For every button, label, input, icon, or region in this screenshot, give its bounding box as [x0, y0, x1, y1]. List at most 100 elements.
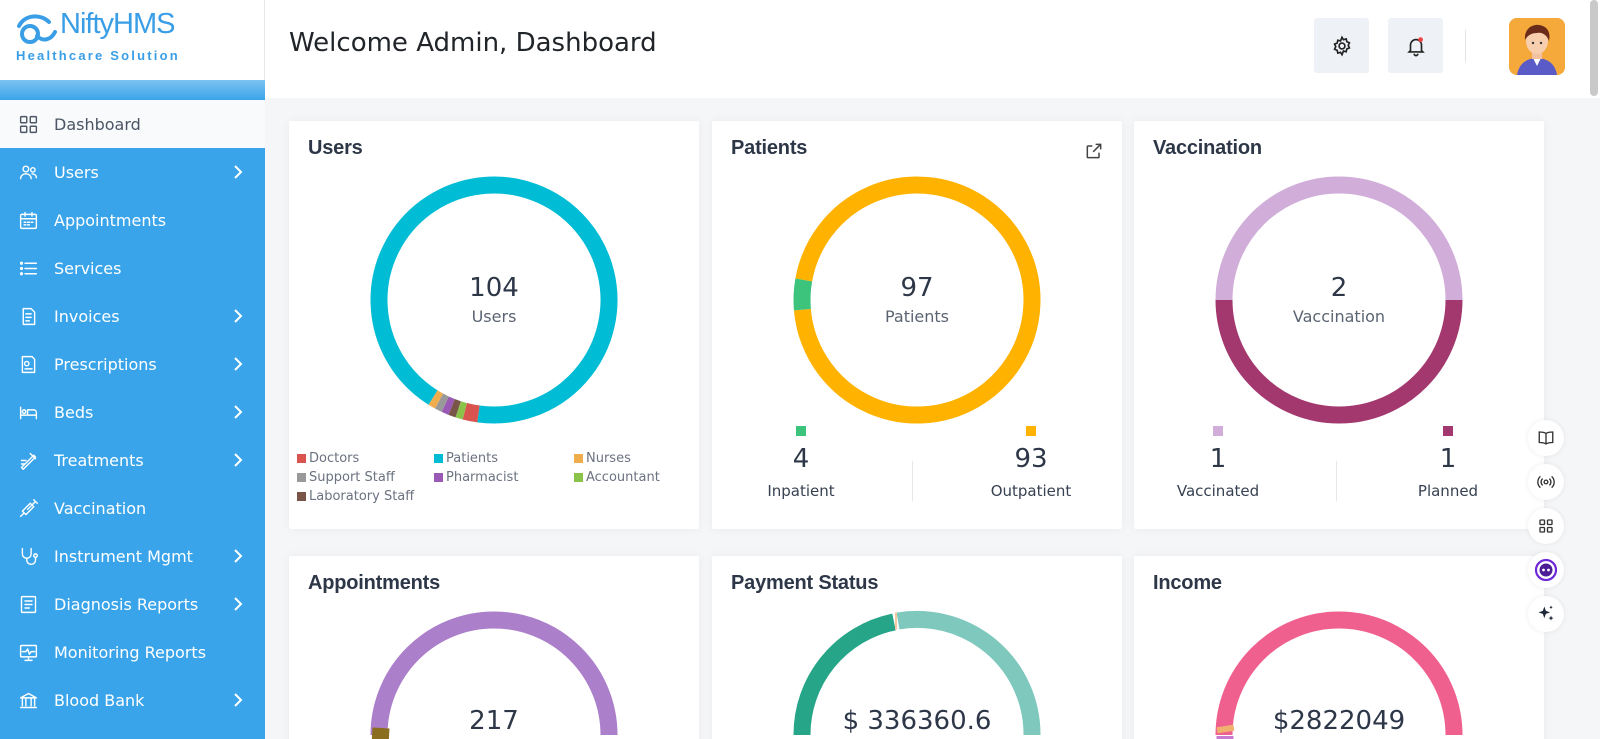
- scrollbar-thumb[interactable]: [1590, 0, 1598, 96]
- ai-assist-button[interactable]: [1528, 596, 1564, 632]
- planned-swatch: [1443, 426, 1453, 436]
- sidebar-item-appointments[interactable]: Appointments: [0, 196, 265, 244]
- sidebar-item-users[interactable]: Users: [0, 148, 265, 196]
- users-slice[interactable]: [448, 398, 461, 418]
- card-title: Users: [308, 137, 363, 159]
- chevron-right-icon: [234, 357, 243, 371]
- stethoscope-icon: [17, 545, 39, 567]
- toolbar-divider: [1465, 30, 1466, 62]
- users-slice[interactable]: [462, 402, 480, 423]
- outpatient-swatch: [1026, 426, 1036, 436]
- sidebar-item-dashboard[interactable]: Dashboard: [0, 100, 265, 148]
- patients-total-label: Patients: [884, 307, 950, 326]
- planned-stat: 1 Planned: [1388, 426, 1508, 500]
- sidebar-item-label: Diagnosis Reports: [54, 594, 199, 614]
- bank-icon: [17, 689, 39, 711]
- sidebar-item-beds[interactable]: Beds: [0, 388, 265, 436]
- sidebar-item-instrument-mgmt[interactable]: Instrument Mgmt: [0, 532, 265, 580]
- users-slice[interactable]: [441, 396, 455, 415]
- patients-total: 97: [900, 273, 934, 303]
- syringe-icon: [17, 497, 39, 519]
- invoice-icon: [17, 305, 39, 327]
- settings-button[interactable]: [1314, 18, 1369, 73]
- sidebar-item-invoices[interactable]: Invoices: [0, 292, 265, 340]
- legend-item[interactable]: Patients: [434, 451, 498, 466]
- broadcast-button[interactable]: [1528, 464, 1564, 500]
- legend-swatch: [434, 473, 443, 482]
- income-total: $2822049: [1272, 706, 1406, 736]
- users-card: Users 104 Users Doctors Patients Nurses Sup…: [289, 121, 699, 529]
- payment-total: $ 336360.6: [842, 706, 992, 736]
- stat-divider: [1336, 461, 1337, 501]
- logo-name: NiftyHMS: [60, 8, 175, 40]
- planned-label: Planned: [1417, 482, 1479, 500]
- sidebar-item-services[interactable]: Services: [0, 244, 265, 292]
- sidebar-item-vaccination[interactable]: Vaccination: [0, 484, 265, 532]
- sidebar-item-monitoring-reports[interactable]: Monitoring Reports: [0, 628, 265, 676]
- legend-item[interactable]: Accountant: [574, 470, 660, 485]
- legend-label: Pharmacist: [446, 470, 519, 485]
- avatar[interactable]: [1509, 18, 1565, 75]
- users-slice[interactable]: [455, 401, 468, 420]
- docs-button[interactable]: [1528, 420, 1564, 456]
- legend-item[interactable]: Pharmacist: [434, 470, 518, 485]
- legend-label: Patients: [446, 451, 499, 466]
- sidebar-item-diagnosis-reports[interactable]: Diagnosis Reports: [0, 580, 265, 628]
- sidebar-nav: Dashboard Users Appointments Services Invoic…: [0, 100, 265, 724]
- chevron-right-icon: [234, 597, 243, 611]
- legend-swatch: [297, 492, 306, 501]
- legend-label: Doctors: [309, 451, 360, 466]
- monitor-icon: [17, 641, 39, 663]
- legend-item[interactable]: Laboratory Staff: [297, 489, 414, 504]
- patients-card: Patients 97 Patients 4 Inpatient 93 Outp…: [712, 121, 1122, 529]
- sidebar-item-prescriptions[interactable]: Prescriptions: [0, 340, 265, 388]
- apps-button[interactable]: [1528, 508, 1564, 544]
- legend-item[interactable]: Nurses: [574, 451, 631, 466]
- legend-swatch: [434, 454, 443, 463]
- sidebar-item-label: Appointments: [54, 210, 167, 230]
- prescription-icon: [17, 353, 39, 375]
- inpatient-stat: 4 Inpatient: [741, 426, 861, 500]
- sidebar-item-blood-bank[interactable]: Blood Bank: [0, 676, 265, 724]
- sidebar-item-label: Beds: [54, 402, 94, 422]
- card-title: Payment Status: [731, 572, 879, 594]
- card-title: Patients: [731, 137, 808, 159]
- main-area: Welcome Admin, Dashboard Users 104 Users…: [265, 0, 1600, 739]
- bot-icon: [1534, 558, 1558, 582]
- logo[interactable]: NiftyHMS Healthcare Solution: [0, 0, 265, 80]
- top-bar: Welcome Admin, Dashboard: [265, 0, 1600, 98]
- vaccination-card: Vaccination 2 Vaccination 1 Vaccinated 1…: [1134, 121, 1544, 529]
- chevron-right-icon: [234, 309, 243, 323]
- legend-item[interactable]: Doctors: [297, 451, 359, 466]
- outpatient-value: 93: [1014, 444, 1048, 474]
- treatment-icon: [17, 449, 39, 471]
- calendar-icon: [17, 209, 39, 231]
- chat-bot-button[interactable]: [1528, 552, 1564, 588]
- external-link-icon[interactable]: [1084, 141, 1104, 161]
- legend-label: Laboratory Staff: [309, 489, 415, 504]
- logo-divider: [0, 80, 265, 100]
- bell-icon: [1406, 36, 1425, 56]
- users-slice[interactable]: [428, 390, 444, 409]
- logo-subtitle: Healthcare Solution: [16, 48, 180, 63]
- users-slice[interactable]: [434, 393, 449, 412]
- legend-swatch: [574, 454, 583, 463]
- legend-swatch: [297, 454, 306, 463]
- grid-icon: [17, 113, 39, 135]
- logo-mark-icon: [17, 14, 57, 44]
- vaccinated-stat: 1 Vaccinated: [1158, 426, 1278, 500]
- users-total: 104: [469, 273, 519, 303]
- report-icon: [17, 593, 39, 615]
- sidebar-item-label: Users: [54, 162, 99, 182]
- income-card: Income $2822049: [1134, 556, 1544, 739]
- vaccinated-label: Vaccinated: [1176, 482, 1260, 500]
- appointments-total: 217: [469, 706, 519, 736]
- sidebar-item-treatments[interactable]: Treatments: [0, 436, 265, 484]
- users-icon: [17, 161, 39, 183]
- chevron-right-icon: [234, 693, 243, 707]
- payment-status-card: Payment Status $ 336360.6: [712, 556, 1122, 739]
- legend-item[interactable]: Support Staff: [297, 470, 395, 485]
- page-title: Welcome Admin, Dashboard: [289, 28, 657, 58]
- notifications-button[interactable]: [1388, 18, 1443, 73]
- legend-swatch: [574, 473, 583, 482]
